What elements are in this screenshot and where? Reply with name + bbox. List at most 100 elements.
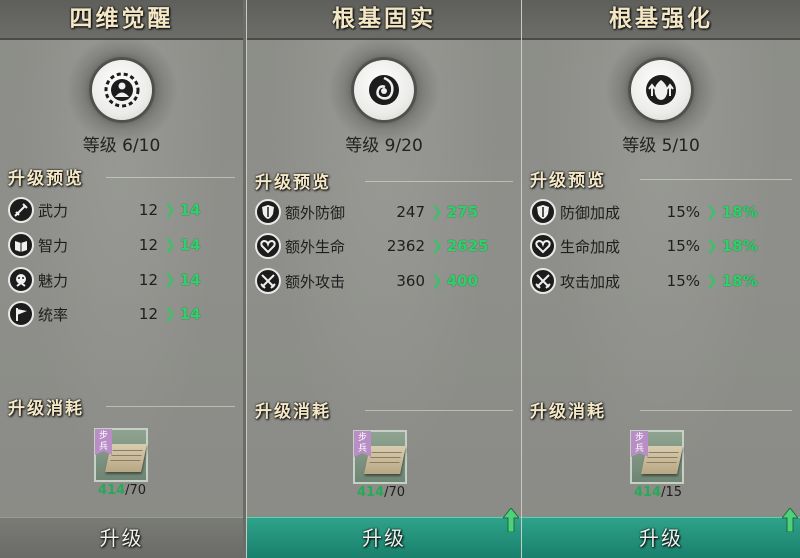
stat-name: 智力 (38, 236, 69, 255)
stat-name: 攻击加成 (560, 272, 621, 291)
stat-new: 18% (721, 203, 758, 221)
stat-name: 魅力 (38, 271, 69, 290)
stat-name: 额外生命 (285, 237, 346, 256)
attack-icon (255, 268, 281, 294)
stat-old: 12 (138, 201, 158, 219)
divider (640, 410, 792, 411)
divider (106, 177, 235, 178)
stat-new: 14 (179, 305, 201, 323)
cost-need: /15 (661, 485, 683, 500)
level-label: 等级 (622, 136, 657, 156)
stat-row-charm: 魅力 12 ❯ 14 (8, 266, 201, 294)
stat-name: 额外防御 (285, 203, 346, 222)
stat-row-force: 武力 12 ❯ 14 (8, 196, 201, 224)
stat-old: 15% (666, 203, 700, 221)
stat-new: 14 (179, 201, 201, 219)
increase-arrow-icon: ❯ (706, 238, 718, 254)
upgrade-button[interactable]: 升级 (247, 517, 521, 558)
increase-arrow-icon: ❯ (431, 238, 443, 254)
stat-row-defense: 防御加成 15% ❯ 18% (530, 198, 758, 226)
increase-arrow-icon: ❯ (706, 204, 718, 220)
stat-row-life: 额外生命 2362 ❯ 2625 (255, 232, 488, 260)
stat-old: 12 (138, 236, 158, 254)
cost-item-infantry-book[interactable]: 步兵 (94, 428, 148, 482)
level-value: 6/10 (122, 136, 161, 156)
level-text: 等级 6/10 (0, 131, 243, 156)
stat-new: 14 (179, 271, 201, 289)
increase-arrow-icon: ❯ (431, 273, 443, 289)
upgrade-available-arrow-icon (503, 508, 519, 532)
divider (106, 406, 235, 407)
item-tag: 步兵 (95, 429, 112, 455)
increase-arrow-icon: ❯ (164, 202, 176, 218)
foundation-emblem (326, 36, 442, 144)
foundation-boost-icon (646, 75, 676, 105)
stat-new: 18% (721, 237, 758, 255)
increase-arrow-icon: ❯ (706, 273, 718, 289)
awaken-person-icon (104, 72, 139, 108)
life-icon (530, 233, 556, 259)
cost-count: 414/15 (616, 485, 700, 500)
awaken-emblem (63, 36, 180, 144)
stat-new: 400 (446, 272, 479, 290)
level-text: 等级 9/20 (247, 131, 521, 156)
divider (640, 179, 792, 180)
cost-item-infantry-book[interactable]: 步兵 (353, 430, 407, 484)
item-tag: 步兵 (631, 431, 648, 457)
attack-icon (530, 268, 556, 294)
panel-header: 四维觉醒 (0, 0, 243, 40)
cost-item-infantry-book[interactable]: 步兵 (630, 430, 684, 484)
preview-title: 升级预览 (255, 173, 331, 193)
cost-need: /70 (384, 485, 406, 500)
increase-arrow-icon: ❯ (164, 272, 176, 288)
cost-have: 414 (633, 485, 662, 500)
stat-name: 武力 (38, 201, 69, 220)
stat-row-defense: 额外防御 247 ❯ 275 (255, 198, 478, 226)
stat-name: 额外攻击 (285, 272, 346, 291)
panel-foundation-solid: 根基固实 等级 9/20 升级预览 额外防御 247 ❯ 275 额外生命 23… (246, 0, 522, 558)
force-icon (8, 197, 34, 223)
panel-title: 四维觉醒 (69, 5, 174, 32)
divider (365, 181, 513, 182)
divider (365, 410, 513, 411)
stat-old: 2362 (386, 237, 425, 255)
level-label: 等级 (345, 136, 380, 156)
level-label: 等级 (82, 136, 117, 156)
stat-new: 275 (446, 203, 479, 221)
increase-arrow-icon: ❯ (164, 237, 176, 253)
upgrade-button[interactable]: 升级 (522, 517, 800, 558)
panel-four-dim-awaken: 四维觉醒 等级 6/10 升级预览 武力 12 ❯ 14 智力 12 ❯ 14 … (0, 0, 243, 558)
stat-new: 14 (179, 236, 201, 254)
stat-row-command: 统率 12 ❯ 14 (8, 300, 201, 328)
defense-icon (530, 199, 556, 225)
defense-icon (255, 199, 281, 225)
boost-emblem (603, 36, 719, 144)
increase-arrow-icon: ❯ (164, 306, 176, 322)
cost-have: 414 (97, 483, 126, 498)
cost-need: /70 (125, 483, 147, 498)
stat-old: 12 (138, 305, 158, 323)
stat-name: 统率 (38, 305, 69, 324)
cost-title: 升级消耗 (530, 402, 606, 422)
charm-icon (8, 267, 34, 293)
level-value: 5/10 (661, 136, 700, 156)
stat-old: 15% (666, 237, 700, 255)
stat-old: 15% (666, 272, 700, 290)
stat-row-intellect: 智力 12 ❯ 14 (8, 231, 201, 259)
command-icon (8, 301, 34, 327)
cost-count: 414/70 (80, 483, 164, 498)
cost-title: 升级消耗 (255, 402, 331, 422)
level-text: 等级 5/10 (522, 131, 800, 156)
stat-old: 12 (138, 271, 158, 289)
preview-title: 升级预览 (530, 171, 606, 191)
stat-old: 247 (396, 203, 425, 221)
upgrade-button[interactable]: 升级 (0, 517, 243, 558)
stat-row-attack: 额外攻击 360 ❯ 400 (255, 267, 478, 295)
stat-name: 生命加成 (560, 237, 621, 256)
stat-name: 防御加成 (560, 203, 621, 222)
stat-new: 18% (721, 272, 758, 290)
increase-arrow-icon: ❯ (431, 204, 443, 220)
stat-new: 2625 (446, 237, 489, 255)
panel-header: 根基强化 (522, 0, 800, 40)
cost-have: 414 (356, 485, 385, 500)
